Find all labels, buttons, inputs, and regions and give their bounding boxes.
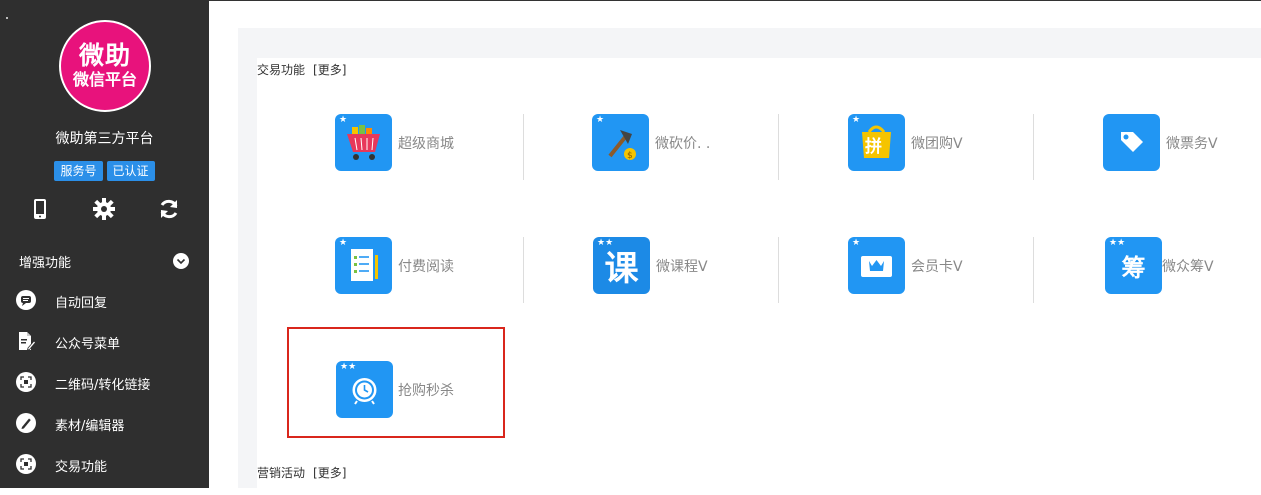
tile-label: 付费阅读 (398, 258, 454, 275)
crowdfunding-icon: ★★ 筹 (1105, 237, 1162, 294)
section-title-marketing: 营销活动 [更多] (257, 464, 346, 481)
group-buy-icon: ★ 拼 (848, 114, 905, 171)
ticket-icon (1103, 114, 1160, 171)
document-edit-icon (16, 331, 37, 351)
svg-text:拼: 拼 (865, 136, 882, 157)
logo-line1: 微助 (78, 41, 131, 71)
sidebar-item-auto-reply[interactable]: 自动回复 (0, 290, 209, 331)
tile-crowdfunding[interactable]: ★★ 筹 微众筹V (1105, 237, 1214, 294)
crowdfunding-glyph: 筹 (1121, 254, 1146, 282)
more-link[interactable]: [更多] (313, 466, 346, 480)
qrcode-icon (16, 454, 36, 474)
sidebar-menu: 自动回复 公众号菜单 二维码/转化链接 素材/编辑器 交易功能 (0, 290, 209, 495)
svg-text:$: $ (627, 151, 633, 161)
sidebar-item-label: 素材/编辑器 (55, 419, 125, 434)
enhanced-features-toggle[interactable]: 增强功能 (19, 252, 189, 271)
sidebar-item-menu-settings[interactable]: 公众号菜单 (0, 331, 209, 372)
tile-course[interactable]: ★★ 课 微课程V (593, 237, 708, 294)
logo: 微助 微信平台 (59, 20, 151, 112)
course-icon: ★★ 课 (593, 237, 650, 294)
tile-label: 微砍价. . (655, 135, 711, 152)
sidebar-item-qrcode[interactable]: 二维码/转化链接 (0, 372, 209, 413)
tile-label: 超级商城 (398, 135, 454, 152)
tile-paid-reading[interactable]: ★ 付费阅读 (335, 237, 454, 294)
tile-super-mall[interactable]: ★ 超级商城 (335, 114, 454, 171)
chat-icon (16, 290, 36, 310)
phone-icon[interactable] (29, 198, 51, 220)
tile-bargain[interactable]: ★ $ 微砍价. . (592, 114, 710, 171)
member-card-icon: ★ (848, 237, 905, 294)
divider (778, 237, 779, 303)
section-title: 营销活动 (257, 466, 306, 480)
account-badges: 服务号 已认证 (0, 161, 209, 181)
tile-label: 微众筹V (1162, 258, 1214, 275)
gear-icon[interactable] (93, 198, 115, 220)
tile-label: 微课程V (656, 258, 708, 275)
decorative-dot (6, 17, 8, 19)
divider (1033, 237, 1034, 303)
tile-ticket[interactable]: 微票务V (1103, 114, 1218, 171)
refresh-icon[interactable] (158, 198, 180, 220)
logo-line2: 微信平台 (72, 69, 137, 89)
section-title: 交易功能 (257, 63, 306, 77)
pencil-icon (16, 413, 36, 433)
section-title-trade: 交易功能 [更多] (257, 61, 346, 78)
tile-label: 微团购V (911, 135, 963, 152)
sidebar-item-label: 公众号菜单 (55, 337, 121, 352)
sidebar: 微助 微信平台 微助第三方平台 服务号 已认证 增强功能 自动回复 公众号菜单 … (0, 0, 209, 488)
shopping-cart-icon: ★ (335, 114, 392, 171)
verified-badge: 已认证 (106, 161, 155, 181)
sidebar-item-materials[interactable]: 素材/编辑器 (0, 413, 209, 454)
highlight-box (287, 327, 505, 438)
sidebar-item-trade[interactable]: 交易功能 (0, 454, 209, 495)
divider (1033, 114, 1034, 180)
sidebar-item-label: 交易功能 (55, 460, 108, 475)
tile-label: 会员卡V (911, 258, 963, 275)
chevron-down-icon (173, 253, 189, 269)
divider (778, 114, 779, 180)
divider (523, 237, 524, 303)
course-glyph: 课 (604, 249, 639, 289)
site-name: 微助第三方平台 (55, 131, 154, 147)
sidebar-item-label: 自动回复 (55, 296, 108, 311)
axe-price-icon: ★ $ (592, 114, 649, 171)
service-account-badge: 服务号 (54, 161, 103, 181)
checklist-icon: ★ (335, 237, 392, 294)
top-border (209, 0, 1261, 1)
more-link[interactable]: [更多] (313, 63, 346, 77)
tile-label: 微票务V (1166, 135, 1218, 152)
qrcode-icon (16, 372, 36, 392)
tile-group-buy[interactable]: ★ 拼 微团购V (848, 114, 963, 171)
section-label: 增强功能 (19, 256, 72, 271)
tile-member-card[interactable]: ★ 会员卡V (848, 237, 963, 294)
divider (523, 114, 524, 180)
sidebar-item-label: 二维码/转化链接 (55, 378, 151, 393)
